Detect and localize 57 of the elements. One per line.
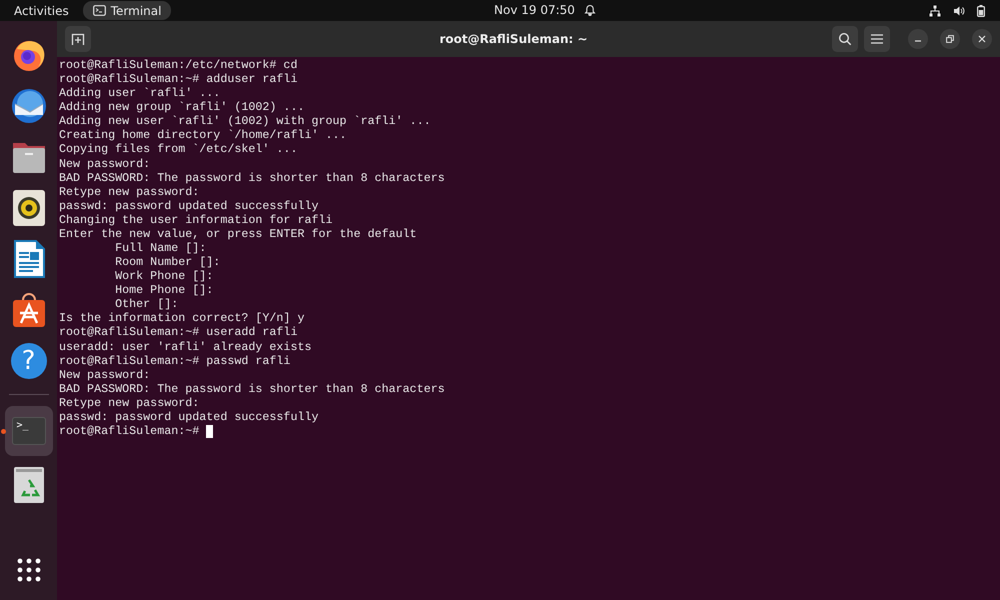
terminal-line: Work Phone []: (114, 269, 214, 284)
app-menu-button[interactable]: Terminal (82, 1, 172, 20)
terminal-line: BAD PASSWORD: The password is shorter than 8 characters (59, 170, 445, 185)
terminal-line: root@RafliSuleman:~# adduser rafli (59, 72, 298, 86)
help-icon: ? (10, 343, 46, 379)
restore-button[interactable] (940, 29, 960, 49)
document-icon (12, 240, 44, 278)
terminal-line: passwd: password updated successfully (59, 198, 319, 213)
menu-icon (871, 34, 883, 44)
terminal-line: root@RafliSuleman:/etc/network# cd (59, 58, 298, 72)
folder-icon (10, 140, 46, 174)
terminal-line: Enter the new value, or press ENTER for the default (59, 226, 417, 242)
mail-icon (10, 87, 48, 125)
bell-icon (584, 4, 596, 16)
network-icon[interactable] (929, 4, 941, 16)
terminal-line: Retype new password: (59, 396, 200, 410)
window-title: root@RafliSuleman: ~ (438, 32, 589, 46)
terminal-line: passwd: password updated successfully (59, 410, 319, 424)
terminal-line: Full Name []: (114, 241, 206, 256)
restore-icon (946, 35, 954, 43)
activities-button[interactable]: Activities (14, 4, 69, 18)
terminal-line: Is the information correct? [Y/n] y (59, 311, 304, 326)
close-button[interactable] (972, 29, 992, 49)
terminal-icon: >_ (12, 417, 46, 445)
terminal-line: Other []: (114, 297, 178, 312)
terminal-prompt: root@RafliSuleman:~# (59, 424, 200, 438)
terminal-line: Adding new user `rafli' (1002) with group `rafli' ... (59, 114, 431, 128)
terminal-line: Adding user `rafli' ... (59, 86, 220, 100)
clock[interactable]: Nov 19 07:50 (494, 3, 575, 17)
new-tab-icon (71, 32, 85, 46)
trash-icon (14, 467, 44, 503)
close-icon (978, 35, 986, 43)
terminal-line: Copying files from `/etc/skel' ... (59, 142, 298, 157)
terminal-icon (92, 5, 106, 16)
battery-icon[interactable] (977, 4, 985, 16)
terminal-line: New password: (59, 156, 150, 171)
terminal-line: Retype new password: (59, 184, 200, 199)
terminal-line: root@RafliSuleman:~# useradd rafli (59, 325, 298, 340)
terminal-line: Creating home directory `/home/rafli' ... (59, 128, 347, 142)
terminal-line: BAD PASSWORD: The password is shorter than 8 characters (59, 382, 445, 396)
search-button[interactable] (832, 26, 858, 52)
terminal-line: useradd: user 'rafli' already exists (59, 340, 312, 354)
terminal-line: root@RafliSuleman:~# passwd rafli (59, 354, 290, 368)
terminal-line: New password: (59, 368, 150, 382)
text-cursor (206, 424, 214, 438)
menu-button[interactable] (864, 26, 890, 52)
shopping-bag-icon (10, 292, 46, 328)
dock-item[interactable]: ? (4, 339, 52, 383)
terminal-line: Changing the user information for rafli (59, 212, 333, 227)
speaker-icon (12, 190, 44, 226)
terminal-line: Adding new group `rafli' (1002) ... (59, 100, 304, 114)
volume-icon[interactable] (953, 4, 965, 16)
search-icon (838, 32, 852, 46)
terminal-line: Home Phone []: (114, 283, 214, 298)
new-tab-button[interactable] (65, 26, 91, 52)
app-grid-icon[interactable] (16, 558, 40, 582)
terminal-line: Room Number []: (114, 255, 220, 270)
